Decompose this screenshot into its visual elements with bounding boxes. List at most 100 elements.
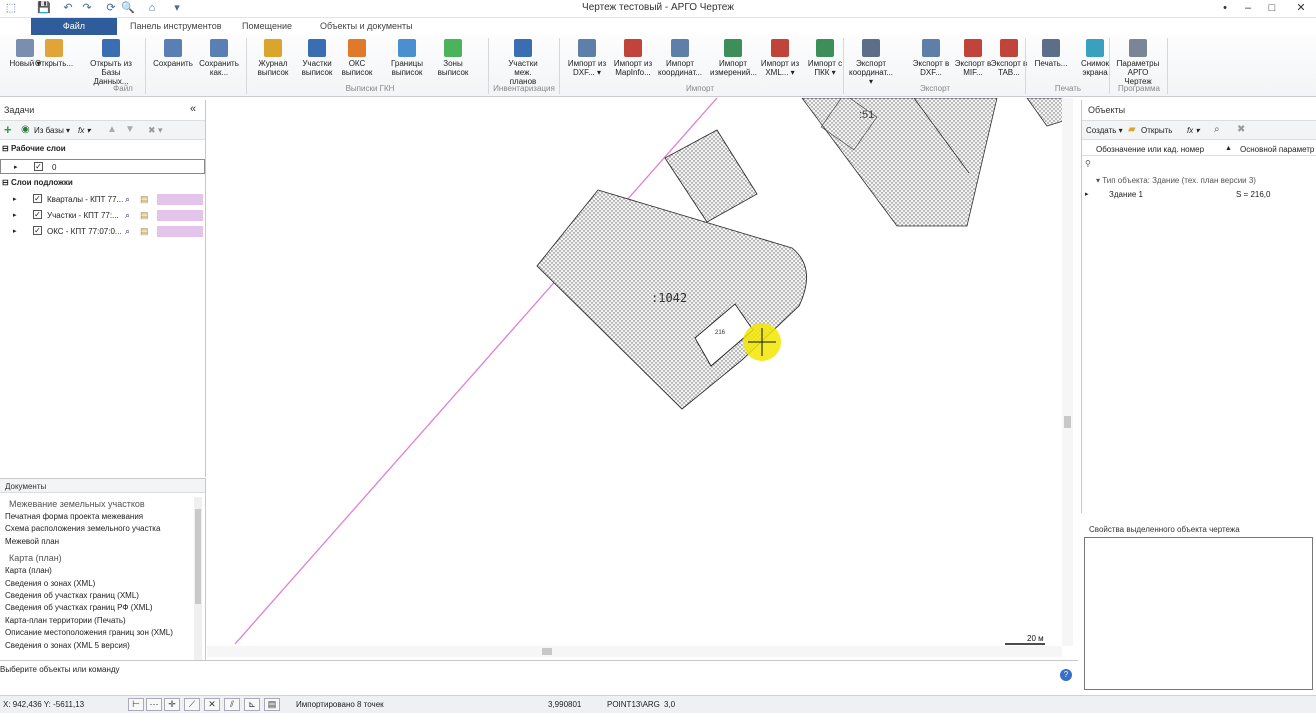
formula-button[interactable]: fx ▾ xyxy=(78,126,90,135)
move-down-icon[interactable]: ▼ xyxy=(125,124,135,135)
import-coords-button[interactable]: Импорт координат... xyxy=(657,35,703,83)
background-layer-row[interactable]: ▸ ✓ Кварталы - КПТ 77... ⌕ ▤ xyxy=(0,192,205,207)
document-item[interactable]: Карта (план) xyxy=(5,566,52,575)
layer-row[interactable]: ▸ ✓ 0 xyxy=(0,159,205,174)
ribbon-button-label: Импорт из XML... ▾ xyxy=(760,59,800,77)
document-item[interactable]: Сведения об участках границ (XML) xyxy=(5,591,139,600)
layer-visible-checkbox[interactable]: ✓ xyxy=(33,194,42,203)
screenshot-button[interactable]: Снимок экрана xyxy=(1072,35,1118,83)
canvas-hscroll[interactable] xyxy=(207,646,1062,657)
layer-visible-checkbox[interactable]: ✓ xyxy=(33,226,42,235)
statement-zones-button[interactable]: Зоны выписок xyxy=(430,35,476,83)
minimize-button[interactable]: – xyxy=(1237,1,1259,16)
export-coords-button[interactable]: Экспорт координат... ▾ xyxy=(848,35,894,86)
col-name-header[interactable]: Обозначение или кад. номер xyxy=(1096,145,1204,154)
document-item[interactable]: Сведения об участках границ РФ (XML) xyxy=(5,603,153,612)
ortho-icon[interactable]: ⊢ xyxy=(128,698,144,711)
collapse-icon[interactable]: « xyxy=(190,103,196,115)
maximize-button[interactable]: □ xyxy=(1261,1,1283,16)
document-item[interactable]: Описание местоположения границ зон (XML) xyxy=(5,628,173,637)
snap-line-icon[interactable]: ⟋ xyxy=(184,698,200,711)
background-layers-header[interactable]: ⊟ Слои подложки xyxy=(0,178,205,191)
group-row[interactable]: ▾ Тип объекта: Здание (тех. план версии … xyxy=(1096,176,1256,185)
print-icon xyxy=(1042,39,1060,57)
import-measurements-button[interactable]: Импорт измерений... xyxy=(710,35,757,83)
documents-section-title[interactable]: Карта (план) xyxy=(9,553,62,563)
snap-parallel-icon[interactable]: ⫽ xyxy=(224,698,240,711)
settings-button[interactable]: Параметры АРГО Чертеж xyxy=(1115,35,1161,86)
tab-objects-documents[interactable]: Объекты и документы xyxy=(314,18,419,35)
save-button[interactable]: Сохранить xyxy=(150,35,196,83)
export-dxf-button[interactable]: Экспорт в DXF... xyxy=(908,35,954,83)
command-help-icon[interactable]: ? xyxy=(1060,669,1072,681)
save-as-button[interactable]: Сохранить как... xyxy=(196,35,242,83)
objects-table-header: Обозначение или кад. номер ▲ Основной па… xyxy=(1082,142,1316,156)
from-db-button[interactable]: Из базы ▾ xyxy=(34,126,70,135)
command-line[interactable]: Выберите объекты или команду ? xyxy=(0,660,1078,690)
drawing-canvas[interactable]: :51 :1042 216 20 м xyxy=(207,98,1073,658)
status-value-2: 3,0 xyxy=(664,700,676,709)
statements-log-icon xyxy=(264,39,282,57)
background-layer-row[interactable]: ▸ ✓ Участки - КПТ 77:... ⌕ ▤ xyxy=(0,208,205,223)
documents-section-title[interactable]: Межевание земельных участков xyxy=(9,499,145,509)
group-export: Экспорт xyxy=(919,84,951,93)
properties-grid[interactable] xyxy=(1084,537,1313,690)
snap-points-icon[interactable]: ✛ xyxy=(164,698,180,711)
grid-snap-icon[interactable]: ⋯ xyxy=(146,698,162,711)
document-item[interactable]: Сведения о зонах (XML 5 версия) xyxy=(5,641,130,650)
command-prompt: Выберите объекты или команду xyxy=(0,665,120,674)
tab-toolbar[interactable]: Панель инструментов xyxy=(124,18,228,35)
tab-room[interactable]: Помещение xyxy=(236,18,298,35)
add-layer-icon[interactable]: + xyxy=(4,122,12,137)
snap-perpendicular-icon[interactable]: ⊾ xyxy=(244,698,260,711)
layer-color-swatch[interactable] xyxy=(157,210,203,221)
layer-color-swatch[interactable] xyxy=(157,194,203,205)
print-button[interactable]: Печать... xyxy=(1028,35,1074,83)
layer-visible-checkbox[interactable]: ✓ xyxy=(34,162,43,171)
move-up-icon[interactable]: ▲ xyxy=(107,124,117,135)
snap-intersection-icon[interactable]: ✕ xyxy=(204,698,220,711)
statements-log-button[interactable]: Журнал выписок xyxy=(250,35,296,83)
import-xml-button[interactable]: Импорт из XML... ▾ xyxy=(757,35,803,83)
pin-icon[interactable]: • xyxy=(1214,1,1236,16)
open-button[interactable]: Открыть... xyxy=(31,35,77,83)
documents-scrollbar[interactable] xyxy=(194,497,202,660)
canvas-vscroll[interactable] xyxy=(1062,98,1073,646)
documents-panel: Документы Межевание земельных участков Пе… xyxy=(0,478,206,660)
binoculars-icon[interactable]: ⌕ xyxy=(125,224,130,239)
statement-borders-button[interactable]: Границы выписок xyxy=(384,35,430,83)
object-row[interactable]: ▸ Здание 1 S = 216,0 xyxy=(1082,188,1316,202)
layer-visible-checkbox[interactable]: ✓ xyxy=(33,210,42,219)
import-pkk-button[interactable]: Импорт с ПКК ▾ xyxy=(802,35,848,83)
document-item[interactable]: Межевой план xyxy=(5,537,59,546)
lineweight-icon[interactable]: ▤ xyxy=(264,698,280,711)
layer-edit-icon[interactable]: ▤ xyxy=(140,192,149,207)
binoculars-icon[interactable]: ⌕ xyxy=(125,192,130,207)
statement-oks-button[interactable]: ОКС выписок xyxy=(334,35,380,83)
find-icon[interactable]: ⌕ xyxy=(1214,124,1220,135)
filter-row-icon[interactable]: ⚲ xyxy=(1085,159,1091,168)
create-object-button[interactable]: Создать ▾ xyxy=(1086,126,1123,135)
working-layers-header[interactable]: ⊟ Рабочие слои xyxy=(0,144,205,157)
delete-object-icon[interactable]: ✖ xyxy=(1237,124,1245,135)
close-button[interactable]: ✕ xyxy=(1290,1,1312,16)
survey-parcels-button[interactable]: Участки меж. планов xyxy=(500,35,546,86)
open-object-button[interactable]: Открыть xyxy=(1141,126,1172,135)
binoculars-icon[interactable]: ⌕ xyxy=(125,208,130,223)
col-param-header[interactable]: Основной параметр xyxy=(1240,145,1314,154)
background-layer-row[interactable]: ▸ ✓ ОКС - КПТ 77:07:0... ⌕ ▤ xyxy=(0,224,205,239)
document-item[interactable]: Сведения о зонах (XML) xyxy=(5,579,95,588)
document-item[interactable]: Карта-план территории (Печать) xyxy=(5,616,126,625)
layer-color-swatch[interactable] xyxy=(157,226,203,237)
delete-layer-button[interactable]: ✖ ▾ xyxy=(148,125,163,136)
layer-edit-icon[interactable]: ▤ xyxy=(140,208,149,223)
open-from-db-button[interactable]: Открыть из Базы Данных... xyxy=(88,35,134,86)
document-item[interactable]: Схема расположения земельного участка xyxy=(5,524,160,533)
layer-edit-icon[interactable]: ▤ xyxy=(140,224,149,239)
tab-file[interactable]: Файл xyxy=(31,18,117,35)
import-dxf-button[interactable]: Импорт из DXF... ▾ xyxy=(564,35,610,83)
drawing-svg[interactable]: :51 :1042 216 20 м xyxy=(207,98,1073,658)
import-mapinfo-button[interactable]: Импорт из MapInfo... xyxy=(610,35,656,83)
document-item[interactable]: Печатная форма проекта межевания xyxy=(5,512,143,521)
objects-formula-button[interactable]: fx ▾ xyxy=(1187,126,1199,135)
